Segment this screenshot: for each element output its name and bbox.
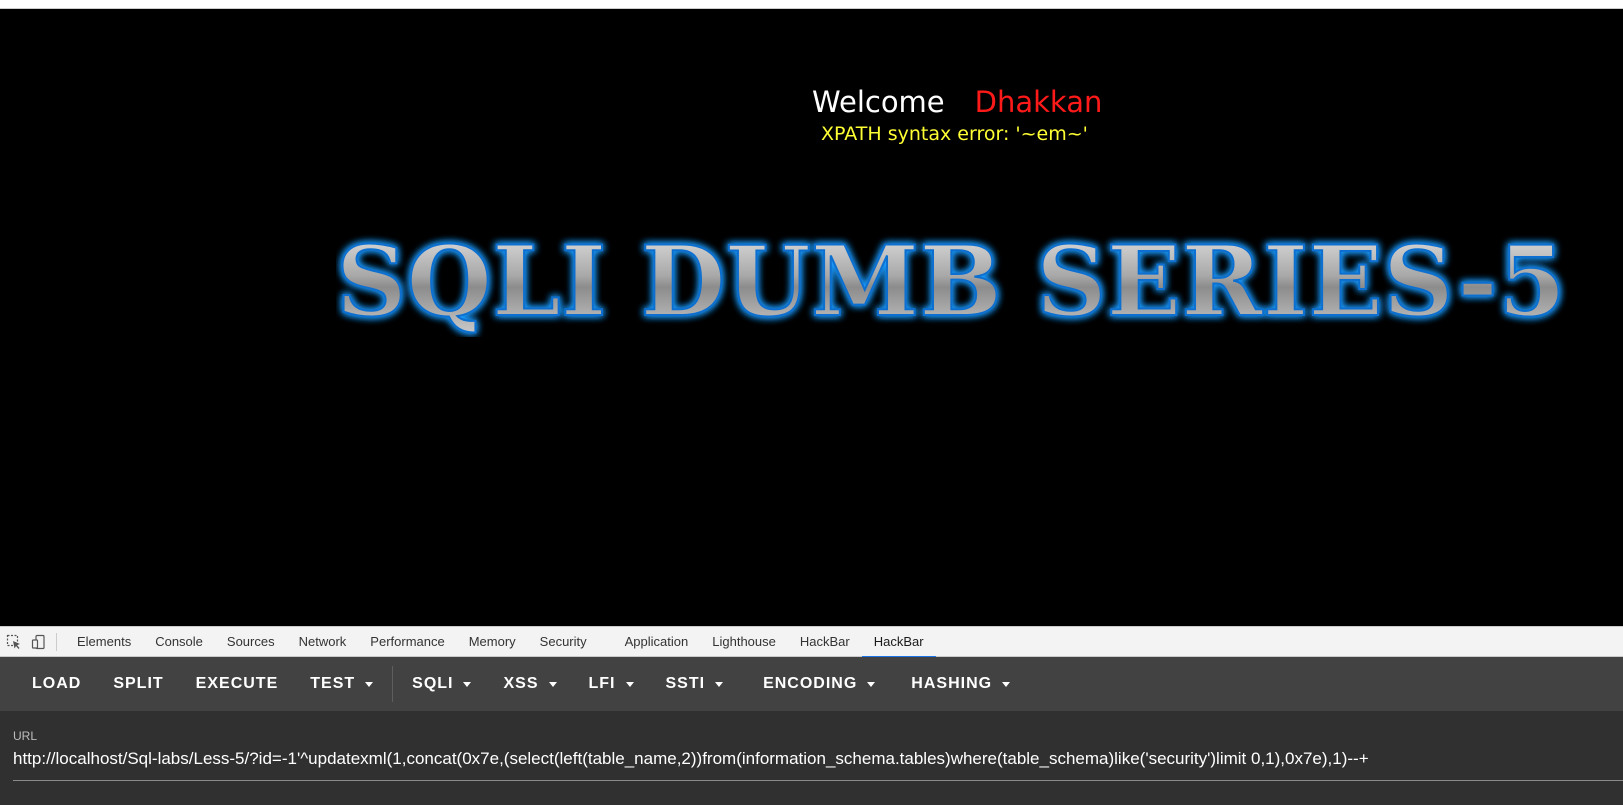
split-button-label: SPLIT xyxy=(113,675,164,692)
tab-hackbar[interactable]: HackBar xyxy=(788,626,862,657)
tab-console[interactable]: Console xyxy=(143,626,215,657)
url-input[interactable]: http://localhost/Sql-labs/Less-5/?id=-1'… xyxy=(13,749,1610,769)
hashing-button[interactable]: HASHING xyxy=(895,666,1026,702)
load-button[interactable]: LOAD xyxy=(16,666,97,702)
execute-button-label: EXECUTE xyxy=(195,675,279,692)
encoding-button-label: ENCODING xyxy=(763,675,858,692)
lfi-button[interactable]: LFI xyxy=(573,666,650,702)
load-button-label: LOAD xyxy=(32,675,82,692)
devtools-tab-bar: Elements Console Sources Network Performance… xyxy=(0,626,1623,658)
series-banner: SQLI DUMB SERIES-5 xyxy=(336,227,1567,337)
tab-bar-divider xyxy=(56,632,57,651)
toolbar-divider xyxy=(392,666,394,702)
error-message: XPATH syntax error: '~em~' xyxy=(821,123,1088,145)
devtools-tabs: Elements Console Sources Network Performance… xyxy=(65,626,936,658)
tab-security[interactable]: Security xyxy=(528,626,599,657)
device-toolbar-icon[interactable] xyxy=(28,631,50,653)
tab-performance[interactable]: Performance xyxy=(358,626,456,657)
inspect-element-icon[interactable] xyxy=(3,631,25,653)
ssti-button[interactable]: SSTI xyxy=(650,666,740,702)
caret-down-icon xyxy=(548,681,557,687)
url-input-underline xyxy=(13,780,1623,781)
welcome-label: Welcome xyxy=(812,85,945,119)
sqli-button-label: SQLI xyxy=(412,675,454,692)
tab-application[interactable]: Application xyxy=(613,626,701,657)
banner-text: SQLI DUMB SERIES-5 xyxy=(336,227,1566,337)
tab-sources[interactable]: Sources xyxy=(215,626,287,657)
tab-hackbar-2[interactable]: HackBar xyxy=(861,626,936,658)
encoding-button[interactable]: ENCODING xyxy=(747,666,891,702)
hackbar-url-area: URL http://localhost/Sql-labs/Less-5/?id… xyxy=(0,711,1623,805)
hackbar-toolbar: LOAD SPLIT EXECUTE TEST SQLI XSS LFI SSTI ENCODI… xyxy=(0,657,1623,711)
caret-down-icon xyxy=(625,681,634,687)
ssti-button-label: SSTI xyxy=(665,675,706,692)
welcome-line: Welcome Dhakkan xyxy=(812,85,1102,119)
xss-button[interactable]: XSS xyxy=(487,666,572,702)
username: Dhakkan xyxy=(974,85,1103,119)
split-button[interactable]: SPLIT xyxy=(97,666,179,702)
execute-button[interactable]: EXECUTE xyxy=(180,666,295,702)
url-label: URL xyxy=(13,729,38,743)
caret-down-icon xyxy=(867,681,876,687)
test-button-label: TEST xyxy=(310,675,356,692)
caret-down-icon xyxy=(463,681,472,687)
tab-lighthouse[interactable]: Lighthouse xyxy=(700,626,788,657)
hashing-button-label: HASHING xyxy=(911,675,993,692)
caret-down-icon xyxy=(715,681,724,687)
xss-button-label: XSS xyxy=(503,675,539,692)
sqli-page: Welcome Dhakkan XPATH syntax error: '~em~… xyxy=(0,9,1623,626)
window-top-strip xyxy=(0,0,1623,9)
caret-down-icon xyxy=(365,681,374,687)
tab-network[interactable]: Network xyxy=(287,626,359,657)
sqli-button[interactable]: SQLI xyxy=(396,666,487,702)
tab-memory[interactable]: Memory xyxy=(457,626,528,657)
caret-down-icon xyxy=(1002,681,1011,687)
tab-elements[interactable]: Elements xyxy=(65,626,143,657)
test-button[interactable]: TEST xyxy=(294,666,389,702)
lfi-button-label: LFI xyxy=(588,675,616,692)
